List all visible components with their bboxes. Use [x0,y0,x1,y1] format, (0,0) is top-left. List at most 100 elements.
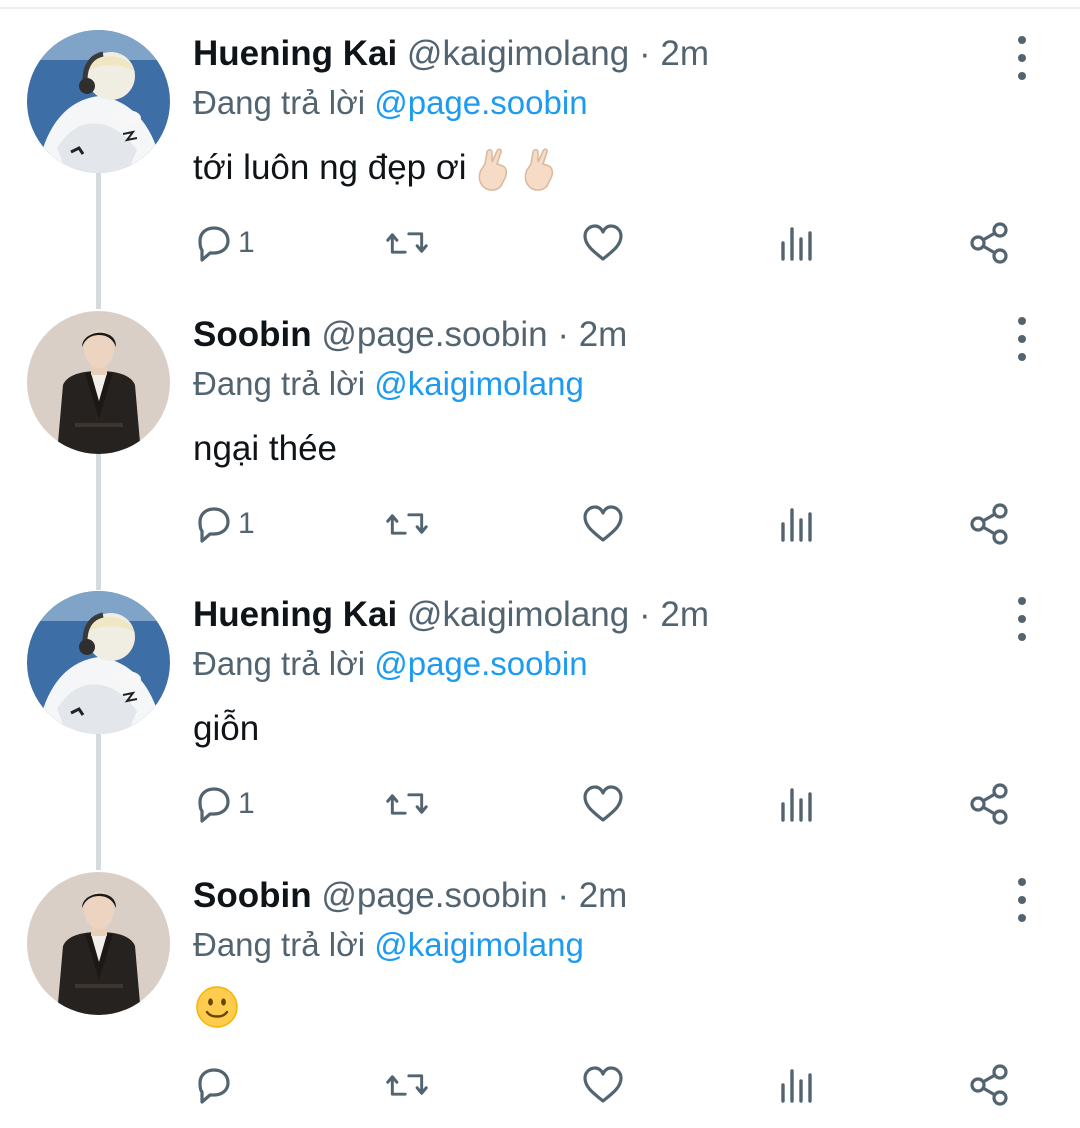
crossed-fingers-emoji [473,148,513,192]
share-icon [970,783,1008,825]
author-name[interactable]: Huening Kai [193,595,397,634]
share-icon [970,222,1008,264]
tweet-header: Huening Kai @kaigimolang · 2m [193,591,709,639]
like-icon [583,224,623,261]
timestamp[interactable]: 2m [579,315,628,354]
author-name[interactable]: Soobin [193,876,312,915]
mention-link[interactable]: @page.soobin [374,645,587,682]
action-bar: 1 [0,496,1080,552]
reply-icon [198,1068,230,1104]
retweet-icon [386,1074,428,1096]
author-handle[interactable]: @page.soobin [321,315,547,354]
tweet-text-content: tới luôn ng đẹp ơi [193,148,467,187]
more-options-icon[interactable] [1006,878,1038,922]
reply-button[interactable] [192,1057,236,1113]
replying-to: Đang trả lời @kaigimolang [193,922,584,968]
more-options-icon[interactable] [1006,597,1038,641]
separator-dot: · [557,315,569,354]
tweet[interactable]: Huening Kai @kaigimolang · 2m Đang trả l… [0,0,1080,281]
like-icon [583,1066,623,1103]
replying-to: Đang trả lời @page.soobin [193,641,588,687]
replying-to-label: Đang trả lời [193,365,366,402]
replying-to-label: Đang trả lời [193,645,366,682]
author-handle[interactable]: @kaigimolang [407,595,629,634]
separator-dot: · [638,595,651,634]
tweet-text-content: ngại thée [193,429,338,468]
reply-button[interactable]: 1 [192,776,255,832]
author-name[interactable]: Huening Kai [193,34,397,73]
timestamp[interactable]: 2m [660,595,709,634]
avatar[interactable] [27,30,170,173]
replying-to-label: Đang trả lời [193,926,366,963]
reply-icon [198,226,230,262]
crossed-fingers-emoji [519,148,559,192]
action-bar: 1 [0,776,1080,832]
analytics-button[interactable] [775,776,819,832]
reply-count: 1 [238,787,255,820]
mention-link[interactable]: @kaigimolang [374,926,584,963]
more-options-icon[interactable] [1006,36,1038,80]
separator-dot: · [638,34,651,73]
share-icon [970,503,1008,545]
share-button[interactable] [968,776,1012,832]
reply-button[interactable]: 1 [192,215,255,271]
share-button[interactable] [968,215,1012,271]
tweet-header: Soobin @page.soobin · 2m [193,311,627,359]
analytics-icon [781,227,812,261]
more-options-icon[interactable] [1006,317,1038,361]
reply-count: 1 [238,226,255,259]
action-bar: 1 [0,215,1080,271]
share-icon [970,1064,1008,1106]
retweet-button[interactable] [385,215,429,271]
analytics-icon [781,508,812,542]
reply-count: 1 [238,507,255,540]
retweet-button[interactable] [385,1057,429,1113]
avatar[interactable] [27,872,170,1015]
like-button[interactable] [581,496,625,552]
timestamp[interactable]: 2m [579,876,628,915]
analytics-button[interactable] [775,215,819,271]
tweet-text-content: giỗn [193,709,260,748]
retweet-button[interactable] [385,776,429,832]
tweet-header: Soobin @page.soobin · 2m [193,872,627,920]
mention-link[interactable]: @page.soobin [374,84,587,121]
like-button[interactable] [581,215,625,271]
share-button[interactable] [968,496,1012,552]
retweet-icon [386,232,428,254]
slightly-smiling-face-emoji [195,985,239,1029]
replying-to-label: Đang trả lời [193,84,366,121]
tweet-header: Huening Kai @kaigimolang · 2m [193,30,709,78]
replying-to: Đang trả lời @kaigimolang [193,361,584,407]
reply-button[interactable]: 1 [192,496,255,552]
avatar[interactable] [27,311,170,454]
author-handle[interactable]: @page.soobin [321,876,547,915]
timestamp[interactable]: 2m [660,34,709,73]
tweet-text: giỗn [193,704,259,754]
analytics-icon [781,1069,812,1103]
analytics-icon [781,788,812,822]
tweet-text: tới luôn ng đẹp ơi [193,143,559,193]
author-name[interactable]: Soobin [193,315,312,354]
separator-dot: · [557,876,569,915]
avatar[interactable] [27,591,170,734]
like-icon [583,785,623,822]
tweet[interactable]: Huening Kai @kaigimolang · 2m Đang trả l… [0,561,1080,842]
like-button[interactable] [581,1057,625,1113]
tweet[interactable]: Soobin @page.soobin · 2m Đang trả lời @k… [0,842,1080,1123]
reply-icon [198,507,230,543]
replying-to: Đang trả lời @page.soobin [193,80,588,126]
retweet-icon [386,513,428,535]
analytics-button[interactable] [775,1057,819,1113]
mention-link[interactable]: @kaigimolang [374,365,584,402]
retweet-button[interactable] [385,496,429,552]
like-icon [583,505,623,542]
tweet[interactable]: Soobin @page.soobin · 2m Đang trả lời @k… [0,281,1080,562]
reply-icon [198,787,230,823]
like-button[interactable] [581,776,625,832]
author-handle[interactable]: @kaigimolang [407,34,629,73]
action-bar [0,1057,1080,1113]
tweet-text: ngại thée [193,424,337,474]
share-button[interactable] [968,1057,1012,1113]
retweet-icon [386,793,428,815]
analytics-button[interactable] [775,496,819,552]
